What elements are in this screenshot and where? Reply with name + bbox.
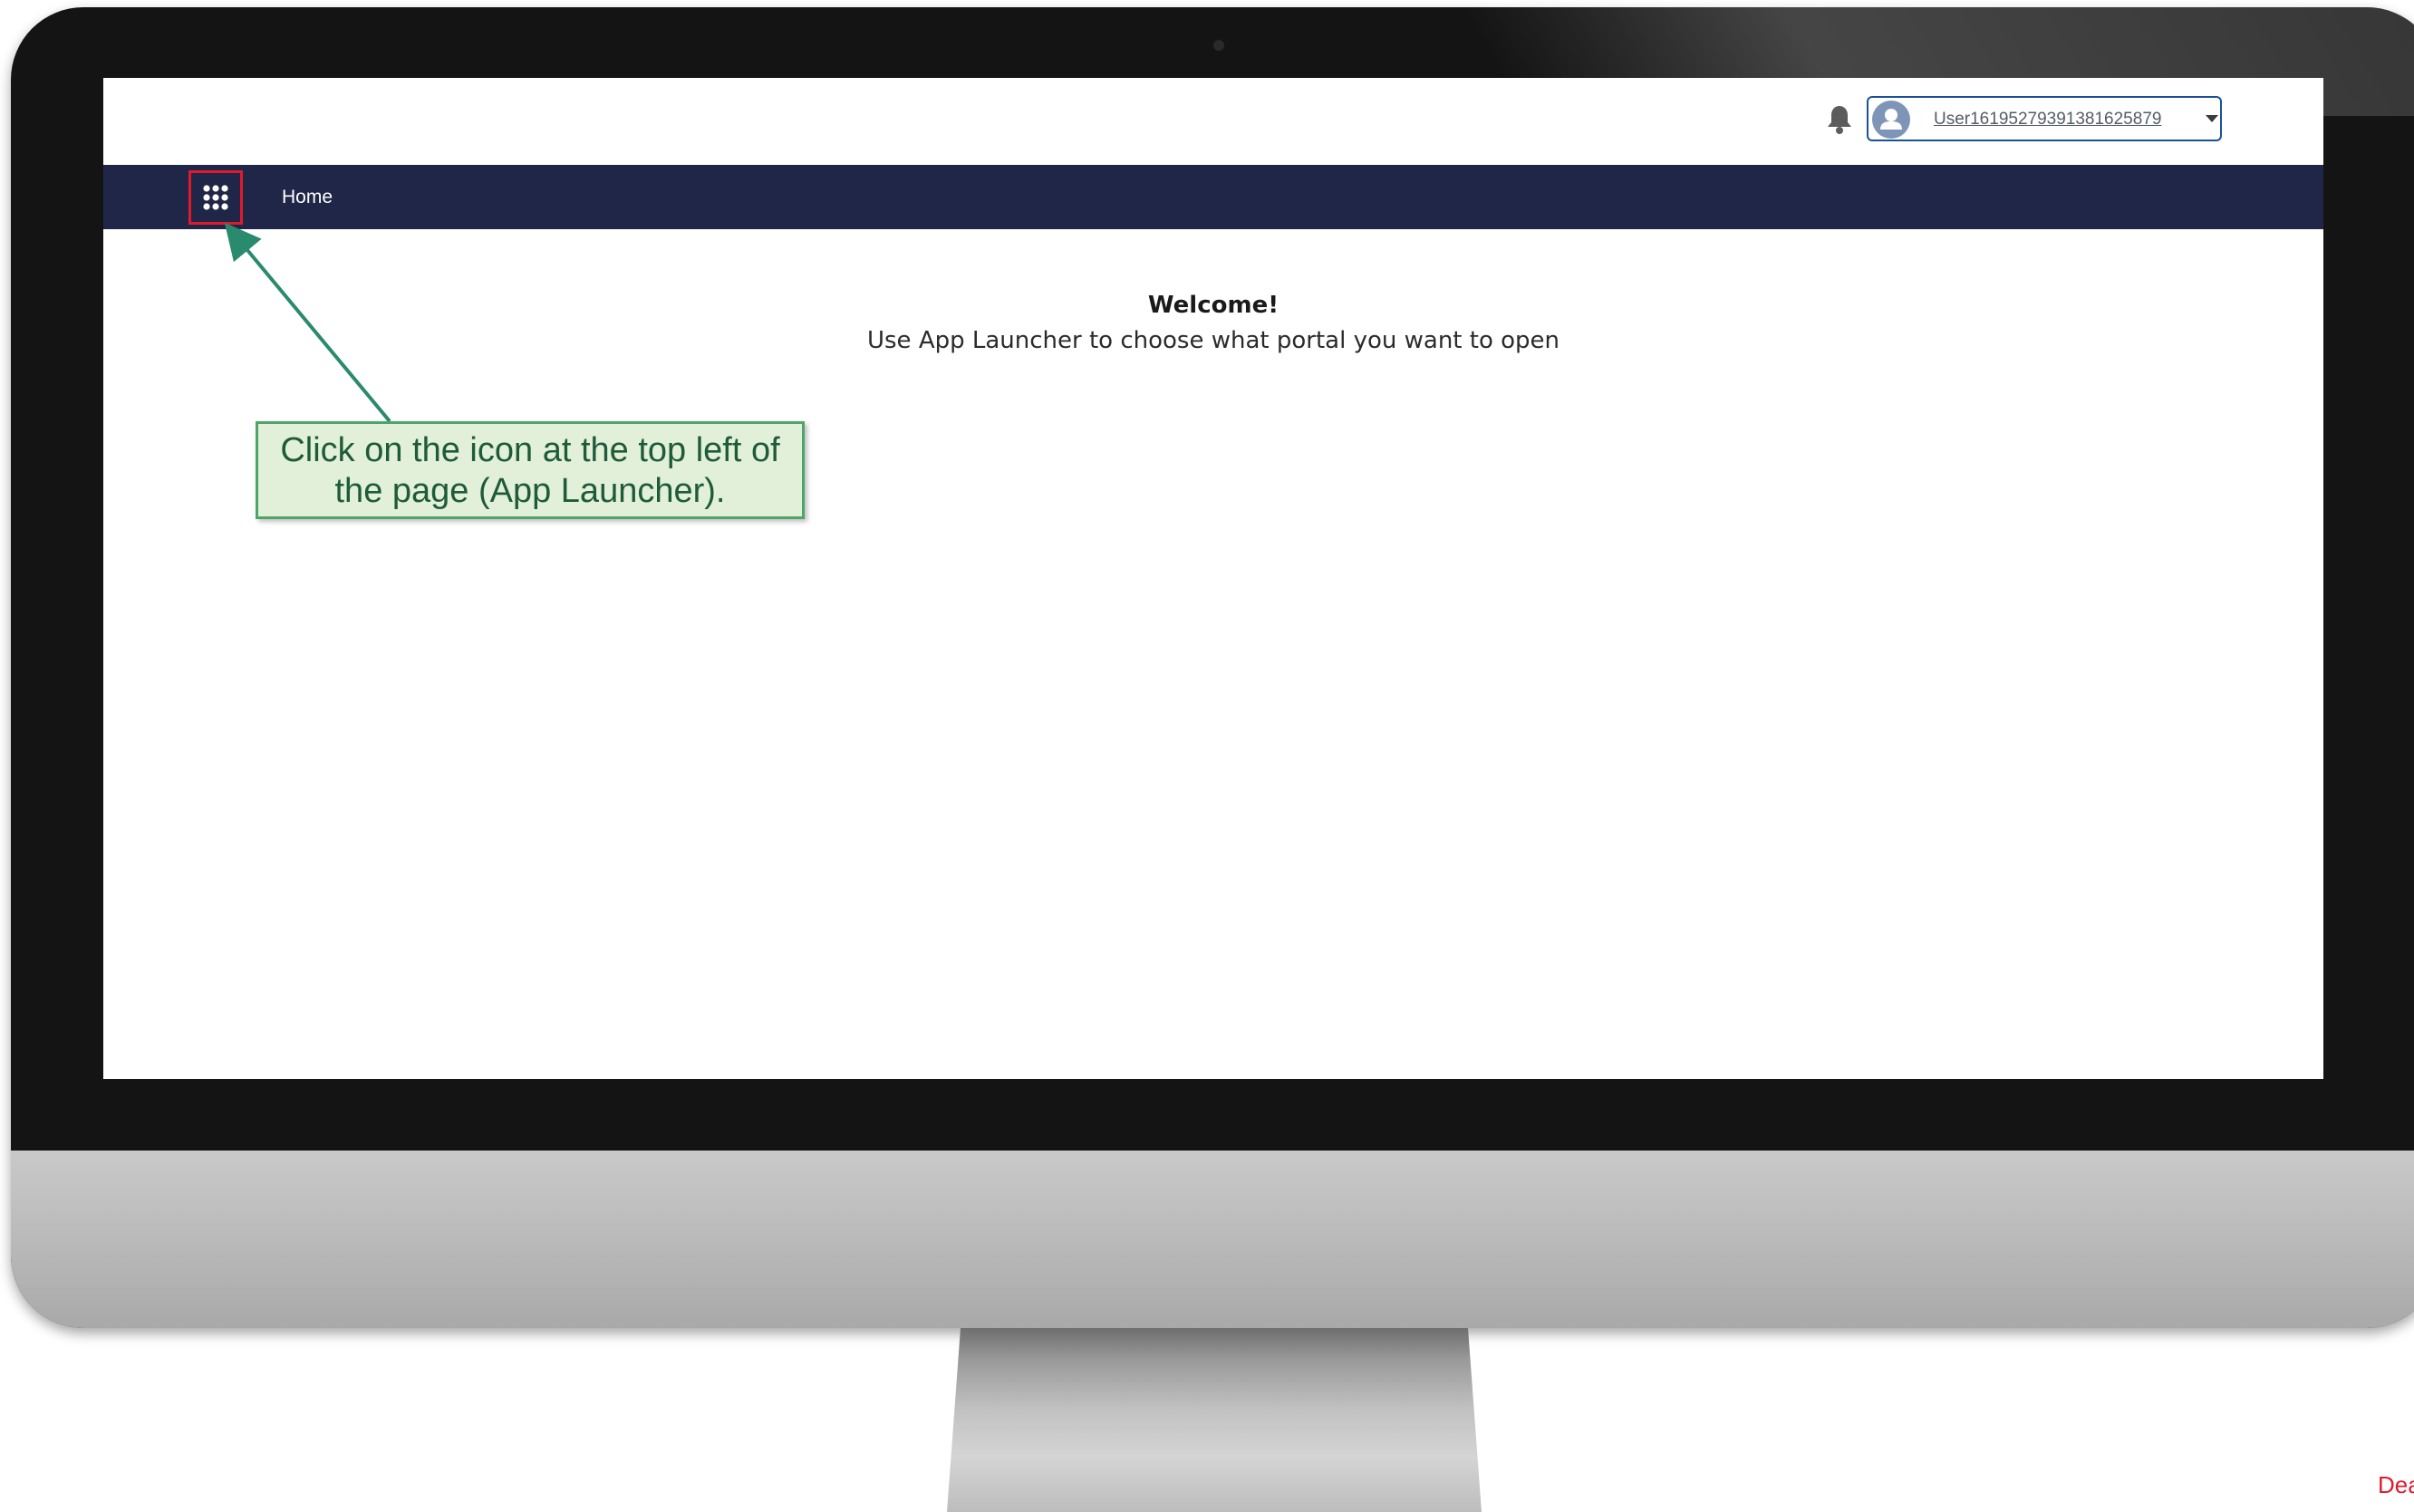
monitor-stand: [947, 1328, 1482, 1512]
app-launcher-button[interactable]: [188, 170, 243, 225]
nav-home-link[interactable]: Home: [282, 187, 333, 208]
bell-icon[interactable]: [1825, 103, 1854, 136]
nav-bar: Home: [103, 165, 2323, 229]
instruction-callout: Click on the icon at the top left of the…: [256, 421, 805, 519]
monitor-chin: [11, 1151, 2414, 1328]
chevron-down-icon[interactable]: [2206, 115, 2218, 122]
top-header: User16195279391381625879: [103, 78, 2323, 165]
user-name[interactable]: User16195279391381625879: [1934, 110, 2161, 130]
user-avatar-icon: [1872, 101, 1910, 139]
app-launcher-grid-icon: [203, 185, 228, 210]
screen: User16195279391381625879 Home Welcome! U…: [103, 78, 2323, 1079]
user-menu[interactable]: User16195279391381625879: [1867, 96, 2222, 141]
webcam: [1213, 40, 1224, 51]
corner-text: Dea: [2378, 1471, 2414, 1498]
slide-canvas: User16195279391381625879 Home Welcome! U…: [0, 0, 2414, 1512]
welcome-title: Welcome!: [1147, 292, 1279, 319]
welcome-subtitle: Use App Launcher to choose what portal y…: [866, 327, 1560, 354]
